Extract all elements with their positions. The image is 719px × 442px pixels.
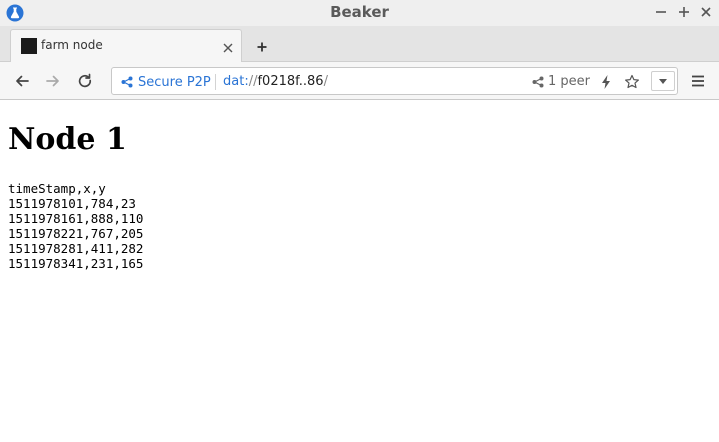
- browser-window: Beaker farm node Secure P2P dat://f0218f…: [0, 0, 719, 442]
- secure-label: Secure P2P: [138, 74, 211, 90]
- page-heading: Node 1: [8, 122, 127, 157]
- share-icon: [532, 76, 544, 87]
- navigation-toolbar: Secure P2P dat://f0218f..86/ 1 peer: [0, 62, 719, 100]
- url-path: /: [323, 74, 328, 89]
- csv-row: 1511978221,767,205: [8, 226, 144, 241]
- url-text[interactable]: dat://f0218f..86/: [223, 74, 328, 89]
- csv-text: timeStamp,x,y 1511978101,784,23 1511978161…: [8, 181, 143, 271]
- page-content: Node 1 timeStamp,x,y 1511978101,784,23 151…: [0, 101, 719, 442]
- url-scheme: dat:: [223, 74, 249, 89]
- secure-p2p-indicator[interactable]: Secure P2P: [121, 74, 211, 90]
- close-icon[interactable]: [697, 3, 715, 21]
- title-bar: Beaker: [0, 0, 719, 26]
- peer-count[interactable]: 1 peer: [532, 74, 590, 89]
- tab-bar: farm node: [0, 26, 719, 62]
- back-arrow-icon[interactable]: [13, 72, 31, 90]
- black-square-favicon-icon: [21, 38, 37, 54]
- bookmark-star-icon[interactable]: [624, 74, 640, 90]
- csv-row: 1511978101,784,23: [8, 196, 136, 211]
- csv-row: 1511978281,411,282: [8, 241, 144, 256]
- chevron-down-icon: [659, 79, 667, 84]
- url-bar[interactable]: Secure P2P dat://f0218f..86/ 1 peer: [111, 67, 678, 95]
- hamburger-menu-icon[interactable]: [689, 72, 707, 90]
- url-divider: [215, 74, 216, 90]
- maximize-icon[interactable]: [675, 3, 693, 21]
- reload-icon[interactable]: [76, 72, 94, 90]
- lightning-icon[interactable]: [598, 74, 614, 90]
- tab-farm-node[interactable]: farm node: [10, 29, 242, 62]
- minimize-icon[interactable]: [652, 3, 670, 21]
- site-menu-dropdown[interactable]: [651, 71, 675, 91]
- window-title: Beaker: [330, 3, 389, 21]
- tab-title: farm node: [41, 38, 103, 52]
- csv-row: 1511978161,888,110: [8, 211, 144, 226]
- url-host: f0218f..86: [257, 74, 324, 89]
- share-network-icon: [121, 76, 133, 88]
- csv-header: timeStamp,x,y: [8, 181, 106, 196]
- csv-row: 1511978341,231,165: [8, 256, 144, 271]
- forward-arrow-icon[interactable]: [44, 72, 62, 90]
- peer-count-label: 1 peer: [548, 74, 590, 89]
- new-tab-icon[interactable]: [256, 38, 268, 52]
- tab-close-icon[interactable]: [222, 39, 234, 53]
